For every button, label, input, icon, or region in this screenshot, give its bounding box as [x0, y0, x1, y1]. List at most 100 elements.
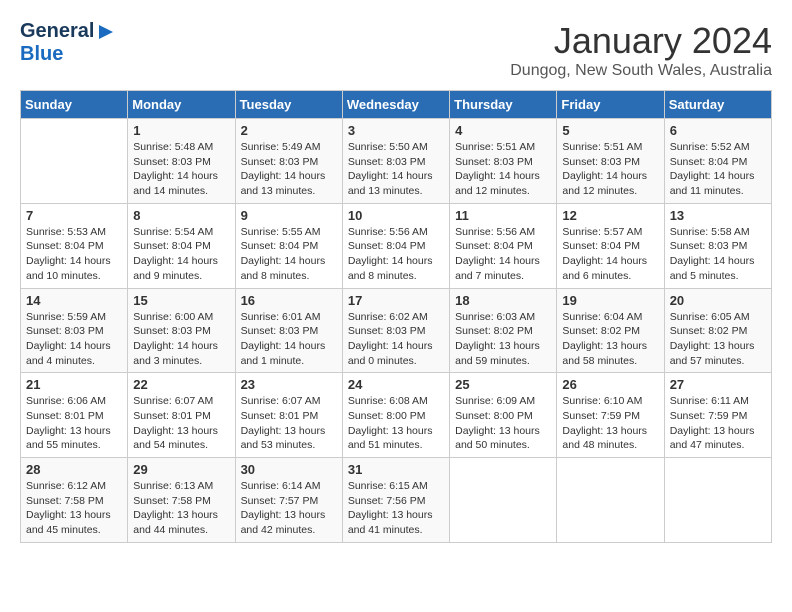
title-area: January 2024 Dungog, New South Wales, Au… — [510, 20, 772, 80]
calendar-cell: 2 Sunrise: 5:49 AM Sunset: 8:03 PM Daylig… — [235, 119, 342, 204]
calendar-cell: 14 Sunrise: 5:59 AM Sunset: 8:03 PM Dayli… — [21, 288, 128, 373]
day-info: Sunrise: 5:57 AM Sunset: 8:04 PM Dayligh… — [562, 225, 658, 284]
calendar-subtitle: Dungog, New South Wales, Australia — [510, 62, 772, 80]
calendar-cell: 18 Sunrise: 6:03 AM Sunset: 8:02 PM Dayli… — [450, 288, 557, 373]
logo-arrow-icon — [97, 23, 115, 41]
day-number: 22 — [133, 377, 229, 392]
day-number: 23 — [241, 377, 337, 392]
day-number: 7 — [26, 208, 122, 223]
calendar-cell: 13 Sunrise: 5:58 AM Sunset: 8:03 PM Dayli… — [664, 203, 771, 288]
calendar-table: SundayMondayTuesdayWednesdayThursdayFrid… — [20, 90, 772, 543]
calendar-cell: 30 Sunrise: 6:14 AM Sunset: 7:57 PM Dayli… — [235, 458, 342, 543]
calendar-week-3: 14 Sunrise: 5:59 AM Sunset: 8:03 PM Dayli… — [21, 288, 772, 373]
day-info: Sunrise: 6:01 AM Sunset: 8:03 PM Dayligh… — [241, 310, 337, 369]
calendar-cell: 28 Sunrise: 6:12 AM Sunset: 7:58 PM Dayli… — [21, 458, 128, 543]
calendar-cell — [557, 458, 664, 543]
calendar-cell — [664, 458, 771, 543]
day-info: Sunrise: 5:53 AM Sunset: 8:04 PM Dayligh… — [26, 225, 122, 284]
calendar-cell: 9Sunrise: 5:55 AM Sunset: 8:04 PM Daylig… — [235, 203, 342, 288]
day-info: Sunrise: 6:15 AM Sunset: 7:56 PM Dayligh… — [348, 479, 444, 538]
day-number: 16 — [241, 293, 337, 308]
day-number: 21 — [26, 377, 122, 392]
day-header-thursday: Thursday — [450, 91, 557, 119]
day-number: 11 — [455, 208, 551, 223]
day-info: Sunrise: 6:04 AM Sunset: 8:02 PM Dayligh… — [562, 310, 658, 369]
calendar-cell: 24 Sunrise: 6:08 AM Sunset: 8:00 PM Dayli… — [342, 373, 449, 458]
day-number: 13 — [670, 208, 766, 223]
day-info: Sunrise: 6:11 AM Sunset: 7:59 PM Dayligh… — [670, 394, 766, 453]
day-number: 28 — [26, 462, 122, 477]
day-header-saturday: Saturday — [664, 91, 771, 119]
calendar-week-4: 21 Sunrise: 6:06 AM Sunset: 8:01 PM Dayli… — [21, 373, 772, 458]
calendar-cell: 22 Sunrise: 6:07 AM Sunset: 8:01 PM Dayli… — [128, 373, 235, 458]
calendar-week-5: 28 Sunrise: 6:12 AM Sunset: 7:58 PM Dayli… — [21, 458, 772, 543]
day-info: Sunrise: 5:52 AM Sunset: 8:04 PM Dayligh… — [670, 140, 766, 199]
calendar-cell: 23 Sunrise: 6:07 AM Sunset: 8:01 PM Dayli… — [235, 373, 342, 458]
calendar-cell: 21 Sunrise: 6:06 AM Sunset: 8:01 PM Dayli… — [21, 373, 128, 458]
day-header-friday: Friday — [557, 91, 664, 119]
day-info: Sunrise: 5:55 AM Sunset: 8:04 PM Dayligh… — [241, 225, 337, 284]
calendar-cell: 7 Sunrise: 5:53 AM Sunset: 8:04 PM Daylig… — [21, 203, 128, 288]
day-number: 15 — [133, 293, 229, 308]
calendar-cell: 17 Sunrise: 6:02 AM Sunset: 8:03 PM Dayli… — [342, 288, 449, 373]
day-info: Sunrise: 6:03 AM Sunset: 8:02 PM Dayligh… — [455, 310, 551, 369]
logo: General Blue — [20, 20, 115, 66]
day-info: Sunrise: 6:07 AM Sunset: 8:01 PM Dayligh… — [241, 394, 337, 453]
day-header-tuesday: Tuesday — [235, 91, 342, 119]
calendar-cell: 6Sunrise: 5:52 AM Sunset: 8:04 PM Daylig… — [664, 119, 771, 204]
day-number: 30 — [241, 462, 337, 477]
day-info: Sunrise: 6:06 AM Sunset: 8:01 PM Dayligh… — [26, 394, 122, 453]
page-header: General Blue January 2024 Dungog, New So… — [20, 20, 772, 80]
day-number: 8 — [133, 208, 229, 223]
day-info: Sunrise: 5:58 AM Sunset: 8:03 PM Dayligh… — [670, 225, 766, 284]
day-info: Sunrise: 5:56 AM Sunset: 8:04 PM Dayligh… — [348, 225, 444, 284]
day-number: 27 — [670, 377, 766, 392]
day-info: Sunrise: 6:09 AM Sunset: 8:00 PM Dayligh… — [455, 394, 551, 453]
day-header-wednesday: Wednesday — [342, 91, 449, 119]
calendar-cell: 27 Sunrise: 6:11 AM Sunset: 7:59 PM Dayli… — [664, 373, 771, 458]
day-number: 29 — [133, 462, 229, 477]
day-info: Sunrise: 6:02 AM Sunset: 8:03 PM Dayligh… — [348, 310, 444, 369]
day-number: 2 — [241, 123, 337, 138]
calendar-cell: 20 Sunrise: 6:05 AM Sunset: 8:02 PM Dayli… — [664, 288, 771, 373]
calendar-cell: 12 Sunrise: 5:57 AM Sunset: 8:04 PM Dayli… — [557, 203, 664, 288]
day-info: Sunrise: 6:13 AM Sunset: 7:58 PM Dayligh… — [133, 479, 229, 538]
day-number: 14 — [26, 293, 122, 308]
day-number: 4 — [455, 123, 551, 138]
day-info: Sunrise: 6:12 AM Sunset: 7:58 PM Dayligh… — [26, 479, 122, 538]
day-number: 3 — [348, 123, 444, 138]
calendar-cell — [450, 458, 557, 543]
calendar-cell: 8 Sunrise: 5:54 AM Sunset: 8:04 PM Daylig… — [128, 203, 235, 288]
days-header-row: SundayMondayTuesdayWednesdayThursdayFrid… — [21, 91, 772, 119]
calendar-cell: 29 Sunrise: 6:13 AM Sunset: 7:58 PM Dayli… — [128, 458, 235, 543]
day-header-monday: Monday — [128, 91, 235, 119]
day-info: Sunrise: 5:56 AM Sunset: 8:04 PM Dayligh… — [455, 225, 551, 284]
calendar-cell: 10Sunrise: 5:56 AM Sunset: 8:04 PM Dayli… — [342, 203, 449, 288]
calendar-week-2: 7 Sunrise: 5:53 AM Sunset: 8:04 PM Daylig… — [21, 203, 772, 288]
day-info: Sunrise: 6:14 AM Sunset: 7:57 PM Dayligh… — [241, 479, 337, 538]
day-number: 18 — [455, 293, 551, 308]
day-info: Sunrise: 5:59 AM Sunset: 8:03 PM Dayligh… — [26, 310, 122, 369]
calendar-cell: 26Sunrise: 6:10 AM Sunset: 7:59 PM Dayli… — [557, 373, 664, 458]
day-info: Sunrise: 5:50 AM Sunset: 8:03 PM Dayligh… — [348, 140, 444, 199]
calendar-cell: 3 Sunrise: 5:50 AM Sunset: 8:03 PM Daylig… — [342, 119, 449, 204]
day-info: Sunrise: 6:05 AM Sunset: 8:02 PM Dayligh… — [670, 310, 766, 369]
calendar-cell: 25Sunrise: 6:09 AM Sunset: 8:00 PM Dayli… — [450, 373, 557, 458]
day-info: Sunrise: 5:54 AM Sunset: 8:04 PM Dayligh… — [133, 225, 229, 284]
day-info: Sunrise: 6:07 AM Sunset: 8:01 PM Dayligh… — [133, 394, 229, 453]
calendar-week-1: 1Sunrise: 5:48 AM Sunset: 8:03 PM Daylig… — [21, 119, 772, 204]
day-number: 5 — [562, 123, 658, 138]
calendar-cell: 4Sunrise: 5:51 AM Sunset: 8:03 PM Daylig… — [450, 119, 557, 204]
day-number: 12 — [562, 208, 658, 223]
day-number: 20 — [670, 293, 766, 308]
day-info: Sunrise: 5:49 AM Sunset: 8:03 PM Dayligh… — [241, 140, 337, 199]
day-number: 17 — [348, 293, 444, 308]
day-info: Sunrise: 6:08 AM Sunset: 8:00 PM Dayligh… — [348, 394, 444, 453]
calendar-cell: 19Sunrise: 6:04 AM Sunset: 8:02 PM Dayli… — [557, 288, 664, 373]
day-info: Sunrise: 5:51 AM Sunset: 8:03 PM Dayligh… — [562, 140, 658, 199]
day-number: 26 — [562, 377, 658, 392]
calendar-title: January 2024 — [510, 20, 772, 62]
day-number: 24 — [348, 377, 444, 392]
calendar-cell: 15Sunrise: 6:00 AM Sunset: 8:03 PM Dayli… — [128, 288, 235, 373]
calendar-cell: 16 Sunrise: 6:01 AM Sunset: 8:03 PM Dayli… — [235, 288, 342, 373]
